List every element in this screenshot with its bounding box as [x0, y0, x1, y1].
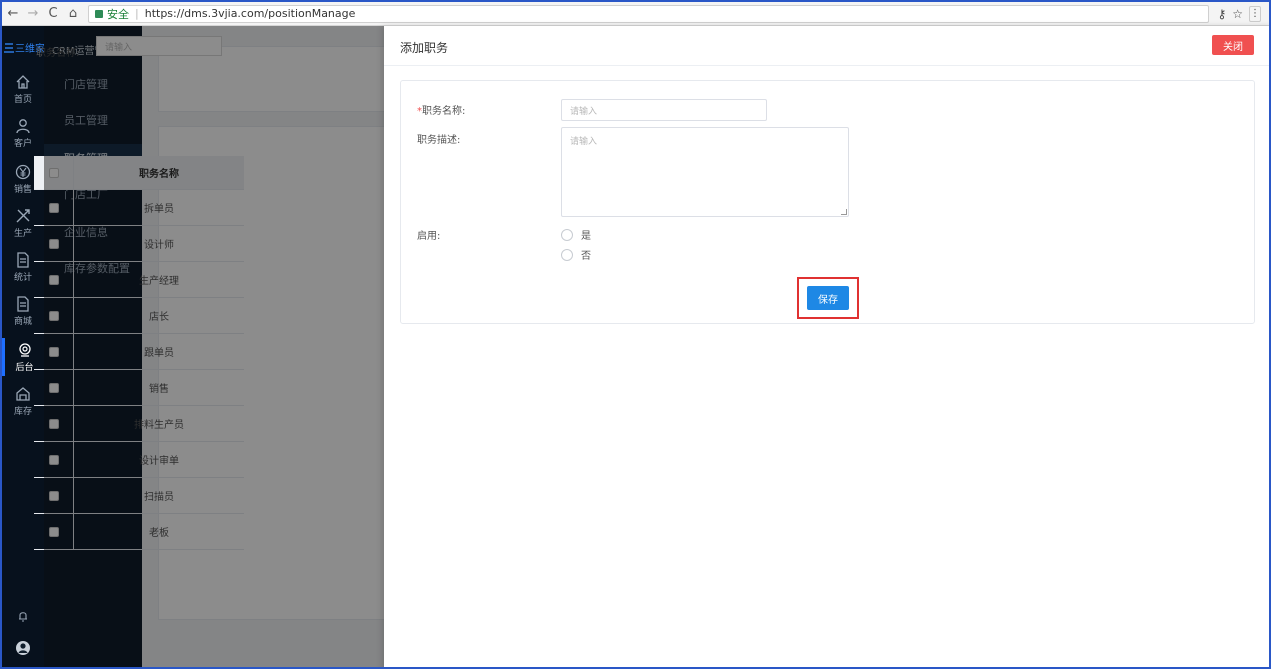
warehouse-icon	[16, 386, 30, 401]
document-icon	[17, 295, 29, 312]
radio-button[interactable]	[561, 248, 573, 261]
star-icon[interactable]: ☆	[1232, 7, 1243, 21]
tools-icon	[16, 208, 30, 222]
radio-button[interactable]	[561, 228, 573, 241]
position-name-label: *职务名称:	[417, 102, 465, 117]
drawer-title: 添加职务	[400, 41, 449, 55]
secure-label: 安全	[107, 7, 129, 21]
address-separator: |	[135, 7, 139, 20]
radio-option-yes[interactable]: 是	[561, 227, 591, 242]
rail-label: 生产	[13, 228, 32, 239]
rail-label: 客户	[13, 138, 32, 149]
drawer-header: 添加职务 关闭	[384, 26, 1269, 66]
browser-toolbar: ← → C ⌂ 安全 | https://dms.3vjia.com/posit…	[2, 2, 1269, 26]
url-text: https://dms.3vjia.com/positionManage	[144, 7, 356, 20]
modal-backdrop[interactable]	[44, 26, 384, 667]
forward-arrow-icon[interactable]: →	[24, 5, 42, 23]
screenshot-frame: ← → C ⌂ 安全 | https://dms.3vjia.com/posit…	[0, 0, 1271, 669]
home-button-icon[interactable]: ⌂	[64, 5, 82, 23]
description-placeholder: 请输入	[570, 137, 598, 147]
user-avatar-icon[interactable]	[2, 640, 44, 656]
add-position-drawer: 添加职务 关闭 *职务名称: 请输入 职务描述: 请输入 启用: 是 否 保存	[384, 26, 1269, 667]
resize-handle-icon[interactable]	[841, 209, 847, 215]
address-bar[interactable]: 安全 | https://dms.3vjia.com/positionManag…	[88, 4, 1210, 23]
rail-label: 商城	[13, 316, 32, 327]
position-form: *职务名称: 请输入 职务描述: 请输入 启用: 是 否 保存	[400, 80, 1255, 324]
rail-label: 首页	[13, 94, 32, 105]
close-button[interactable]: 关闭	[1212, 35, 1254, 55]
radio-label-no: 否	[581, 251, 591, 262]
home-icon	[16, 74, 30, 89]
radio-label-yes: 是	[581, 231, 591, 242]
enable-label: 启用:	[417, 231, 441, 242]
reload-icon[interactable]: C	[44, 5, 62, 23]
yen-icon	[15, 164, 31, 179]
position-description-textarea[interactable]: 请输入	[561, 127, 849, 217]
rail-label: 统计	[13, 272, 32, 283]
rail-label: 销售	[13, 184, 32, 195]
headset-icon	[18, 342, 31, 357]
position-name-input[interactable]: 请输入	[561, 99, 767, 121]
menu-dots-icon[interactable]: ⋮	[1249, 5, 1261, 22]
bell-icon[interactable]	[2, 610, 44, 622]
key-icon[interactable]: ⚷	[1217, 7, 1226, 21]
position-description-label: 职务描述:	[417, 135, 461, 146]
radio-option-no[interactable]: 否	[561, 247, 591, 262]
rail-item-home[interactable]: 首页	[2, 70, 44, 108]
browser-right-icons: ⚷ ☆ ⋮	[1209, 5, 1269, 22]
back-arrow-icon[interactable]: ←	[4, 5, 22, 23]
rail-item-customer[interactable]: 客户	[2, 114, 44, 152]
customer-icon	[16, 118, 30, 133]
lock-icon	[95, 9, 103, 18]
rail-label: 后台	[15, 362, 34, 373]
save-button[interactable]: 保存	[807, 286, 849, 310]
position-name-label-text: 职务名称:	[422, 106, 466, 117]
document-icon	[17, 251, 29, 268]
rail-label: 库存	[13, 406, 32, 417]
